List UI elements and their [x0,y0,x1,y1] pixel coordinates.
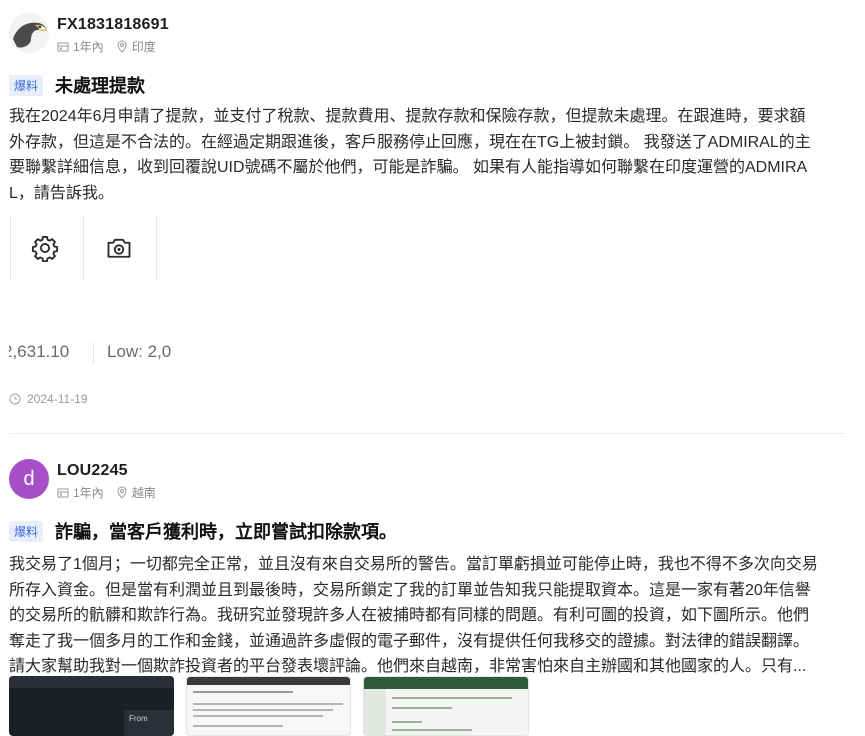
body-line: 外存款，但這是不合法的。在經過定期跟進後，客戶服務停止回應，現在在TG上被封鎖。… [9,133,811,151]
thumb-from-label: From [129,714,148,723]
screenshot-thumbnail[interactable] [186,676,351,736]
close-price: 2,631.10 [9,342,70,361]
price-ticker: 2,631.10 Low: 2,0 [9,342,173,364]
location-label: 越南 [131,486,156,500]
post-title[interactable]: 未處理提款 [55,72,145,98]
screenshot-thumbnail[interactable] [363,676,529,736]
username[interactable]: FX1831818691 [57,16,169,34]
thumb-text-line [193,691,293,693]
duration-label: 1年內 [73,40,104,54]
exposure-tag: 爆料 [9,520,44,542]
screenshot-thumbnail[interactable]: From [9,676,174,736]
low-price: Low: 2,0 [107,342,172,361]
body-line: 要聯繫詳細信息，收到回覆說UID號碼不屬於他們，可能是詐騙。 如果有人能指導如何… [9,159,808,176]
clock-icon [9,393,21,405]
title-row: 爆料 詐騙，當客戶獲利時，立即嘗試扣除款項。 [9,518,397,544]
post-body[interactable]: 我在2024年6月申請了提款，並支付了稅款、提款費用、提款存款和保險存款，但提款… [9,104,844,206]
thumb-bar [9,676,174,688]
building-icon [57,488,69,497]
body-line: 奪走了我一個多月的工作和金錢，並通過許多虛假的電子郵件，沒有提供任何我移交的證據… [9,632,810,650]
thumb-text-line [392,697,512,699]
thumb-text-line [193,709,333,711]
post-meta: 1年內 越南 [57,484,168,501]
gear-icon [31,235,59,262]
camera-icon [107,238,131,258]
thumb-sidebar [364,689,386,735]
thumb-text-line [193,703,343,705]
settings-button[interactable] [10,215,80,281]
thumb-text-line [193,725,283,727]
post-body[interactable]: 我交易了1個月；一切都完全正常，並且沒有來自交易所的警告。當訂單虧損並可能停止時… [9,552,844,680]
avatar[interactable] [9,13,49,53]
avatar[interactable]: d [9,459,49,499]
thumb-text-line [392,721,422,723]
body-line: 我在2024年6月申請了提款，並支付了稅款、提款費用、提款存款和保險存款，但提款… [9,108,806,125]
thumb-text-line [392,707,452,709]
building-icon [57,42,69,51]
body-line: 所存入資金。但是當有利潤並且到最後時，交易所鎖定了我的訂單並告知我只能提取資本。… [9,581,811,599]
thumb-header [187,677,350,685]
exposure-tag: 爆料 [9,74,44,96]
body-line: L，請告訴我。 [9,184,114,202]
thumb-text-line [193,715,323,717]
divider [93,342,94,364]
post-title[interactable]: 詐騙，當客戶獲利時，立即嘗試扣除款項。 [55,518,397,544]
post-date: 2024-11-19 [9,392,88,406]
divider [156,215,157,281]
thumb-text-line [392,729,472,731]
location-label: 印度 [131,40,156,54]
location-pin-icon [117,40,127,53]
location-pin-icon [117,486,127,499]
date-label: 2024-11-19 [27,392,88,406]
eagle-logo [9,13,49,53]
username[interactable]: LOU2245 [57,462,128,480]
title-row: 爆料 未處理提款 [9,72,145,98]
screenshot-button[interactable] [84,215,154,281]
post-meta: 1年內 印度 [57,38,168,55]
post-divider [9,433,845,434]
duration-label: 1年內 [73,486,104,500]
body-line: 我交易了1個月；一切都完全正常，並且沒有來自交易所的警告。當訂單虧損並可能停止時… [9,556,818,573]
body-line: 的交易所的骯髒和欺詐行為。我研究並發現許多人在被捕時都有同樣的問題。有利可圖的投… [9,607,810,624]
avatar-letter: d [23,467,35,490]
thumb-header [364,677,528,689]
